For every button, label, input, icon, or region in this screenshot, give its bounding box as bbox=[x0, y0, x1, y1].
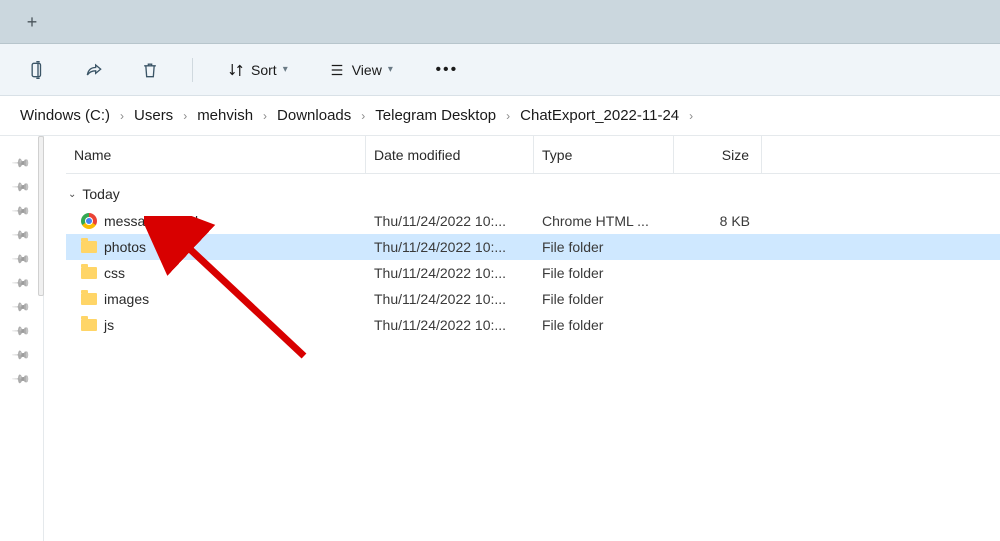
chevron-down-icon: ▾ bbox=[283, 64, 288, 75]
pin-icon[interactable]: 📌 bbox=[11, 297, 31, 317]
file-row[interactable]: messages.html Thu/11/24/2022 10:...Chrome… bbox=[66, 208, 1000, 234]
col-type[interactable]: Type bbox=[534, 136, 674, 173]
file-name: images bbox=[104, 291, 149, 307]
chevron-right-icon: › bbox=[120, 109, 124, 123]
group-header[interactable]: ⌄ Today bbox=[66, 174, 1000, 208]
chevron-right-icon: › bbox=[506, 109, 510, 123]
share-button[interactable] bbox=[80, 56, 108, 84]
ellipsis-icon: ••• bbox=[435, 61, 458, 79]
chevron-right-icon: › bbox=[263, 109, 267, 123]
toolbar-divider bbox=[192, 58, 193, 82]
file-row[interactable]: css Thu/11/24/2022 10:...File folder bbox=[66, 260, 1000, 286]
sort-menu[interactable]: Sort ▾ bbox=[221, 57, 294, 83]
file-type: File folder bbox=[534, 291, 674, 307]
breadcrumb-segment[interactable]: Users bbox=[132, 105, 175, 126]
pin-icon[interactable]: 📌 bbox=[11, 225, 31, 245]
quick-access-sidebar: 📌 📌 📌 📌 📌 📌 📌 📌 📌 📌 bbox=[0, 136, 44, 541]
breadcrumb-segment[interactable]: Telegram Desktop bbox=[373, 105, 498, 126]
pin-icon[interactable]: 📌 bbox=[11, 201, 31, 221]
chevron-down-icon: ⌄ bbox=[68, 189, 76, 200]
file-name: css bbox=[104, 265, 125, 281]
breadcrumb-segment[interactable]: mehvish bbox=[195, 105, 255, 126]
pin-icon[interactable]: 📌 bbox=[11, 273, 31, 293]
trash-icon bbox=[140, 60, 160, 80]
file-date: Thu/11/24/2022 10:... bbox=[366, 317, 534, 333]
chrome-icon bbox=[80, 212, 98, 230]
breadcrumb-segment[interactable]: Downloads bbox=[275, 105, 353, 126]
file-date: Thu/11/24/2022 10:... bbox=[366, 291, 534, 307]
view-icon bbox=[328, 61, 346, 79]
folder-icon bbox=[80, 238, 98, 256]
folder-icon bbox=[80, 316, 98, 334]
pin-icon[interactable]: 📌 bbox=[11, 369, 31, 389]
folder-icon bbox=[80, 290, 98, 308]
more-button[interactable]: ••• bbox=[433, 56, 461, 84]
breadcrumb: Windows (C:) › Users › mehvish › Downloads › Tel… bbox=[0, 96, 1000, 136]
share-icon bbox=[84, 60, 104, 80]
sort-icon bbox=[227, 61, 245, 79]
new-tab-button[interactable]: + bbox=[14, 4, 50, 40]
col-name[interactable]: Name bbox=[66, 136, 366, 173]
file-type: File folder bbox=[534, 265, 674, 281]
chevron-down-icon: ▾ bbox=[388, 64, 393, 75]
pin-icon[interactable]: 📌 bbox=[11, 177, 31, 197]
pin-icon[interactable]: 📌 bbox=[11, 153, 31, 173]
chevron-right-icon: › bbox=[361, 109, 365, 123]
pin-icon[interactable]: 📌 bbox=[11, 321, 31, 341]
file-size: 8 KB bbox=[674, 213, 762, 229]
view-label: View bbox=[352, 62, 382, 78]
file-date: Thu/11/24/2022 10:... bbox=[366, 265, 534, 281]
breadcrumb-segment[interactable]: ChatExport_2022-11-24 bbox=[518, 105, 681, 126]
tab-bar: + bbox=[0, 0, 1000, 44]
chevron-right-icon: › bbox=[183, 109, 187, 123]
file-date: Thu/11/24/2022 10:... bbox=[366, 213, 534, 229]
pin-icon[interactable]: 📌 bbox=[11, 345, 31, 365]
rename-icon bbox=[28, 60, 48, 80]
file-name: photos bbox=[104, 239, 146, 255]
file-row[interactable]: js Thu/11/24/2022 10:...File folder bbox=[66, 312, 1000, 338]
folder-icon bbox=[80, 264, 98, 282]
delete-button[interactable] bbox=[136, 56, 164, 84]
view-menu[interactable]: View ▾ bbox=[322, 57, 399, 83]
rename-button[interactable] bbox=[24, 56, 52, 84]
file-type: File folder bbox=[534, 239, 674, 255]
file-row[interactable]: photos Thu/11/24/2022 10:...File folder bbox=[66, 234, 1000, 260]
col-size[interactable]: Size bbox=[674, 136, 762, 173]
sort-label: Sort bbox=[251, 62, 277, 78]
plus-icon: + bbox=[27, 12, 38, 33]
file-type: Chrome HTML ... bbox=[534, 213, 674, 229]
group-label: Today bbox=[82, 186, 119, 202]
file-row[interactable]: images Thu/11/24/2022 10:...File folder bbox=[66, 286, 1000, 312]
file-type: File folder bbox=[534, 317, 674, 333]
file-list: Name Date modified Type Size ⌄ Today mes… bbox=[44, 136, 1000, 541]
file-date: Thu/11/24/2022 10:... bbox=[366, 239, 534, 255]
file-name: js bbox=[104, 317, 114, 333]
column-headers: Name Date modified Type Size bbox=[66, 136, 1000, 174]
col-date[interactable]: Date modified bbox=[366, 136, 534, 173]
toolbar: Sort ▾ View ▾ ••• bbox=[0, 44, 1000, 96]
breadcrumb-segment[interactable]: Windows (C:) bbox=[18, 105, 112, 126]
pin-icon[interactable]: 📌 bbox=[11, 249, 31, 269]
file-name: messages.html bbox=[104, 213, 198, 229]
chevron-right-icon: › bbox=[689, 109, 693, 123]
main: 📌 📌 📌 📌 📌 📌 📌 📌 📌 📌 Name Date modified Type Size … bbox=[0, 136, 1000, 541]
